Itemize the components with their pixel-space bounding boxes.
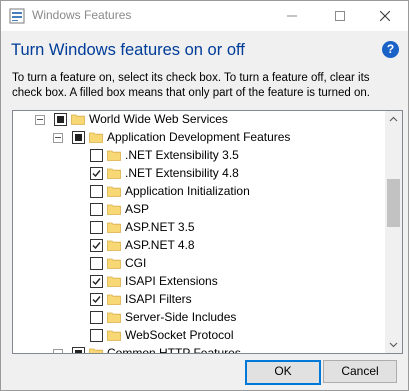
windows-features-dialog: Windows Features Turn Windows features o…	[0, 0, 409, 391]
feature-label: ISAPI Filters	[125, 292, 192, 306]
feature-label: World Wide Web Services	[89, 112, 228, 126]
collapse-expander-icon[interactable]	[53, 133, 63, 143]
minimize-icon	[287, 15, 297, 17]
feature-row[interactable]: ISAPI Filters	[13, 291, 385, 309]
folder-icon	[107, 185, 121, 197]
feature-label: Application Initialization	[125, 184, 250, 198]
feature-checkbox[interactable]	[90, 257, 103, 270]
folder-icon	[89, 347, 103, 353]
title-bar[interactable]: Windows Features	[1, 1, 408, 31]
windows-features-app-icon	[9, 8, 25, 24]
folder-icon	[107, 167, 121, 179]
feature-checkbox[interactable]	[90, 203, 103, 216]
feature-checkbox[interactable]	[90, 239, 103, 252]
scroll-down-icon[interactable]	[389, 340, 398, 349]
feature-label: ASP.NET 4.8	[125, 238, 195, 252]
scroll-up-icon[interactable]	[389, 115, 398, 124]
folder-icon	[107, 149, 121, 161]
folder-icon	[107, 221, 121, 233]
window-title: Windows Features	[32, 8, 132, 22]
folder-icon	[107, 203, 121, 215]
feature-label: Server-Side Includes	[125, 310, 237, 324]
collapse-expander-icon[interactable]	[35, 115, 45, 125]
feature-checkbox[interactable]	[90, 185, 103, 198]
folder-icon	[107, 257, 121, 269]
dialog-description: To turn a feature on, select its check b…	[12, 72, 370, 99]
feature-row[interactable]: Server-Side Includes	[13, 309, 385, 327]
ok-button[interactable]: OK	[245, 360, 321, 385]
folder-icon	[89, 131, 103, 143]
maximize-icon	[335, 11, 345, 21]
feature-checkbox[interactable]	[72, 347, 85, 353]
help-icon[interactable]: ?	[382, 41, 399, 58]
feature-label: CGI	[125, 256, 147, 270]
feature-label: Common HTTP Features	[107, 346, 241, 354]
feature-label: ASP	[125, 202, 150, 216]
feature-checkbox[interactable]	[90, 149, 103, 162]
feature-checkbox[interactable]	[90, 311, 103, 324]
feature-row[interactable]: CGI	[13, 255, 385, 273]
feature-checkbox[interactable]	[72, 131, 85, 144]
feature-label: .NET Extensibility 4.8	[125, 166, 239, 180]
folder-icon	[71, 113, 85, 125]
feature-row[interactable]: .NET Extensibility 3.5	[13, 147, 385, 165]
minimize-button[interactable]	[269, 1, 315, 31]
feature-label: WebSocket Protocol	[125, 328, 234, 342]
feature-label: .NET Extensibility 3.5	[125, 148, 239, 162]
vertical-scrollbar[interactable]	[385, 111, 402, 353]
feature-checkbox[interactable]	[90, 221, 103, 234]
feature-label: ASP.NET 3.5	[125, 220, 195, 234]
feature-label: Application Development Features	[107, 130, 291, 144]
feature-row[interactable]: ASP.NET 3.5	[13, 219, 385, 237]
dialog-heading: Turn Windows features on or off	[11, 41, 245, 59]
close-button[interactable]	[362, 1, 408, 31]
feature-row[interactable]: Application Development Features	[13, 129, 385, 147]
feature-row[interactable]: World Wide Web Services	[13, 111, 385, 129]
feature-checkbox[interactable]	[54, 113, 67, 126]
cancel-button[interactable]: Cancel	[323, 360, 397, 383]
close-icon	[380, 11, 390, 21]
scroll-thumb[interactable]	[387, 179, 400, 227]
feature-row[interactable]: ASP.NET 4.8	[13, 237, 385, 255]
feature-row[interactable]: ISAPI Extensions	[13, 273, 385, 291]
folder-icon	[107, 239, 121, 251]
feature-checkbox[interactable]	[90, 275, 103, 288]
feature-row[interactable]: Application Initialization	[13, 183, 385, 201]
folder-icon	[107, 293, 121, 305]
feature-row[interactable]: .NET Extensibility 4.8	[13, 165, 385, 183]
folder-icon	[107, 311, 121, 323]
collapse-expander-icon[interactable]	[53, 349, 63, 353]
folder-icon	[107, 329, 121, 341]
feature-label: ISAPI Extensions	[125, 274, 218, 288]
feature-row[interactable]: WebSocket Protocol	[13, 327, 385, 345]
feature-checkbox[interactable]	[90, 167, 103, 180]
features-tree[interactable]: World Wide Web Services Application Devel…	[12, 110, 403, 354]
maximize-button[interactable]	[317, 1, 363, 31]
feature-row[interactable]: ASP	[13, 201, 385, 219]
feature-row[interactable]: Common HTTP Features	[13, 345, 385, 354]
folder-icon	[107, 275, 121, 287]
feature-checkbox[interactable]	[90, 293, 103, 306]
feature-checkbox[interactable]	[90, 329, 103, 342]
